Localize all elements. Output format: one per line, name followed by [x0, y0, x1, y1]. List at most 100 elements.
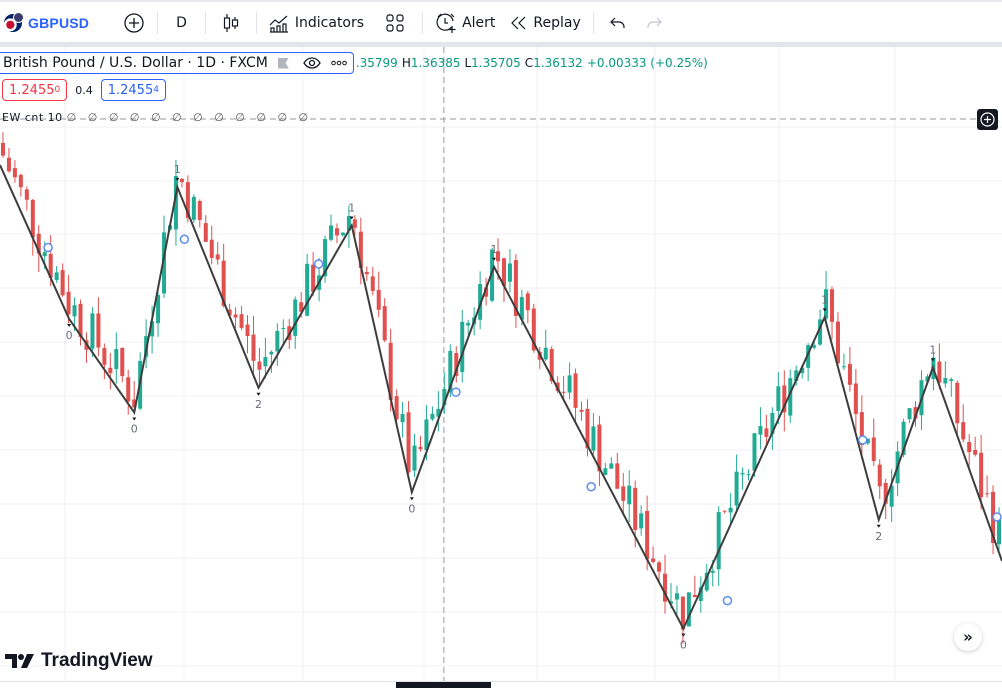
candle-body	[853, 383, 858, 414]
crosshair-time-label	[396, 682, 491, 688]
candle-body	[364, 271, 369, 275]
indicator-legend[interactable]: EW cnt 10 ∅ ∅ ∅ ∅ ∅ ∅ ∅ ∅ ∅ ∅ ∅ ∅	[2, 111, 312, 124]
tradingview-logo[interactable]: TradingView	[5, 650, 153, 672]
candle-body	[275, 330, 280, 352]
interval-button[interactable]: D	[162, 8, 201, 38]
candle-body	[293, 299, 298, 336]
candle-body	[639, 513, 644, 529]
pivot-marker	[67, 324, 72, 327]
candle-body	[376, 289, 381, 310]
candle-body	[54, 272, 59, 280]
close-key: C	[524, 56, 534, 70]
candle-body	[96, 313, 101, 348]
candle-body	[60, 270, 65, 296]
candle-body	[108, 367, 113, 374]
candle-body	[967, 442, 972, 453]
candle-body	[561, 391, 566, 393]
top-toolbar: GBPUSD D Indicators Alert Replay	[0, 0, 1002, 44]
candle-body	[633, 487, 638, 530]
candle-body	[728, 507, 733, 513]
candle-body	[209, 239, 214, 258]
pivot-label: 0	[680, 639, 687, 652]
replay-label: Replay	[533, 15, 581, 31]
candle-body	[42, 252, 47, 257]
alert-button[interactable]: Alert	[427, 8, 503, 38]
candle-body	[382, 306, 387, 341]
candle-body	[406, 412, 411, 473]
candle-body	[567, 375, 572, 393]
replay-icon	[511, 16, 526, 30]
candle-body	[871, 437, 876, 461]
indicator-name: EW cnt 10	[2, 111, 63, 124]
change-value: +0.00333 (+0.25%)	[586, 56, 708, 70]
plus-circle-icon	[980, 112, 995, 127]
signal-circle	[313, 259, 324, 269]
symbol-search-button[interactable]: GBPUSD	[0, 8, 97, 38]
candle-body	[907, 408, 912, 420]
ohlc-values: .35799 H1.36385 L1.35705 C1.36132 +0.003…	[356, 56, 708, 70]
indicator-values: ∅ ∅ ∅ ∅ ∅ ∅ ∅ ∅ ∅ ∅ ∅ ∅	[66, 111, 313, 124]
candle-body	[835, 321, 840, 364]
signal-circle	[451, 387, 461, 397]
candle-body	[257, 361, 262, 370]
interval-label: D	[176, 15, 187, 31]
candle-body	[603, 468, 608, 475]
pivot-label: 0	[66, 329, 73, 342]
candlestick-chart[interactable]: 0 0 1 2 1 0 1 0 1 2 1	[0, 47, 1002, 685]
alarm-icon	[436, 13, 456, 33]
divider	[422, 12, 424, 34]
redo-icon	[647, 17, 662, 28]
zigzag-line	[0, 164, 1002, 631]
candle-body	[305, 263, 310, 316]
candle-body	[12, 168, 17, 178]
spread-value: 0.4	[75, 83, 93, 97]
eye-icon[interactable]	[303, 57, 321, 69]
candle-body	[197, 201, 202, 220]
candle-body	[722, 510, 727, 512]
candle-body	[943, 378, 948, 384]
candle-body	[281, 327, 286, 329]
pivot-label: 1	[929, 343, 936, 356]
candle-body	[114, 349, 119, 370]
candle-body	[6, 157, 11, 172]
buy-button[interactable]: 1.2455 4	[100, 79, 166, 101]
sell-price: 1.2455	[9, 82, 55, 98]
replay-button[interactable]: Replay	[503, 8, 588, 38]
candle-body	[0, 143, 5, 156]
candle-body	[758, 426, 763, 435]
candle-body	[841, 366, 846, 368]
add-crosshair-button[interactable]	[977, 109, 998, 130]
candle-body	[877, 464, 882, 487]
legend-title-box[interactable]: British Pound / U.S. Dollar · 1D · FXCM	[0, 52, 354, 74]
indicators-button[interactable]: Indicators	[261, 8, 372, 38]
redo-button[interactable]	[638, 8, 670, 38]
candle-body	[949, 379, 954, 381]
candle-body	[263, 357, 268, 367]
scroll-to-realtime-button[interactable]: »	[954, 623, 982, 651]
candle-body	[740, 473, 745, 475]
candle-body	[973, 449, 978, 455]
buy-price-pip: 4	[153, 85, 159, 95]
compare-symbol-button[interactable]	[115, 8, 153, 38]
candle-body	[239, 314, 244, 328]
signal-circle	[43, 242, 53, 253]
indicators-label: Indicators	[294, 15, 365, 31]
divider	[255, 12, 257, 34]
tradingview-logo-icon	[5, 654, 34, 668]
high-key: H	[401, 56, 411, 70]
candle-body	[985, 493, 990, 495]
series-legend: British Pound / U.S. Dollar · 1D · FXCM …	[0, 52, 708, 74]
sell-button[interactable]: 1.2455 0	[2, 79, 68, 101]
candle-body	[191, 196, 196, 220]
candle-body	[460, 321, 465, 373]
candle-body	[579, 409, 584, 412]
open-value: .35799	[355, 56, 398, 70]
candle-body	[746, 474, 751, 476]
more-icon[interactable]	[331, 60, 347, 66]
add-symbol-icon	[124, 13, 144, 33]
candle-body	[764, 428, 769, 437]
chart-pane[interactable]: 0 0 1 2 1 0 1 0 1 2 1	[0, 47, 1002, 685]
layouts-button[interactable]	[372, 8, 418, 38]
chart-type-button[interactable]	[210, 8, 252, 38]
undo-button[interactable]	[598, 8, 638, 38]
